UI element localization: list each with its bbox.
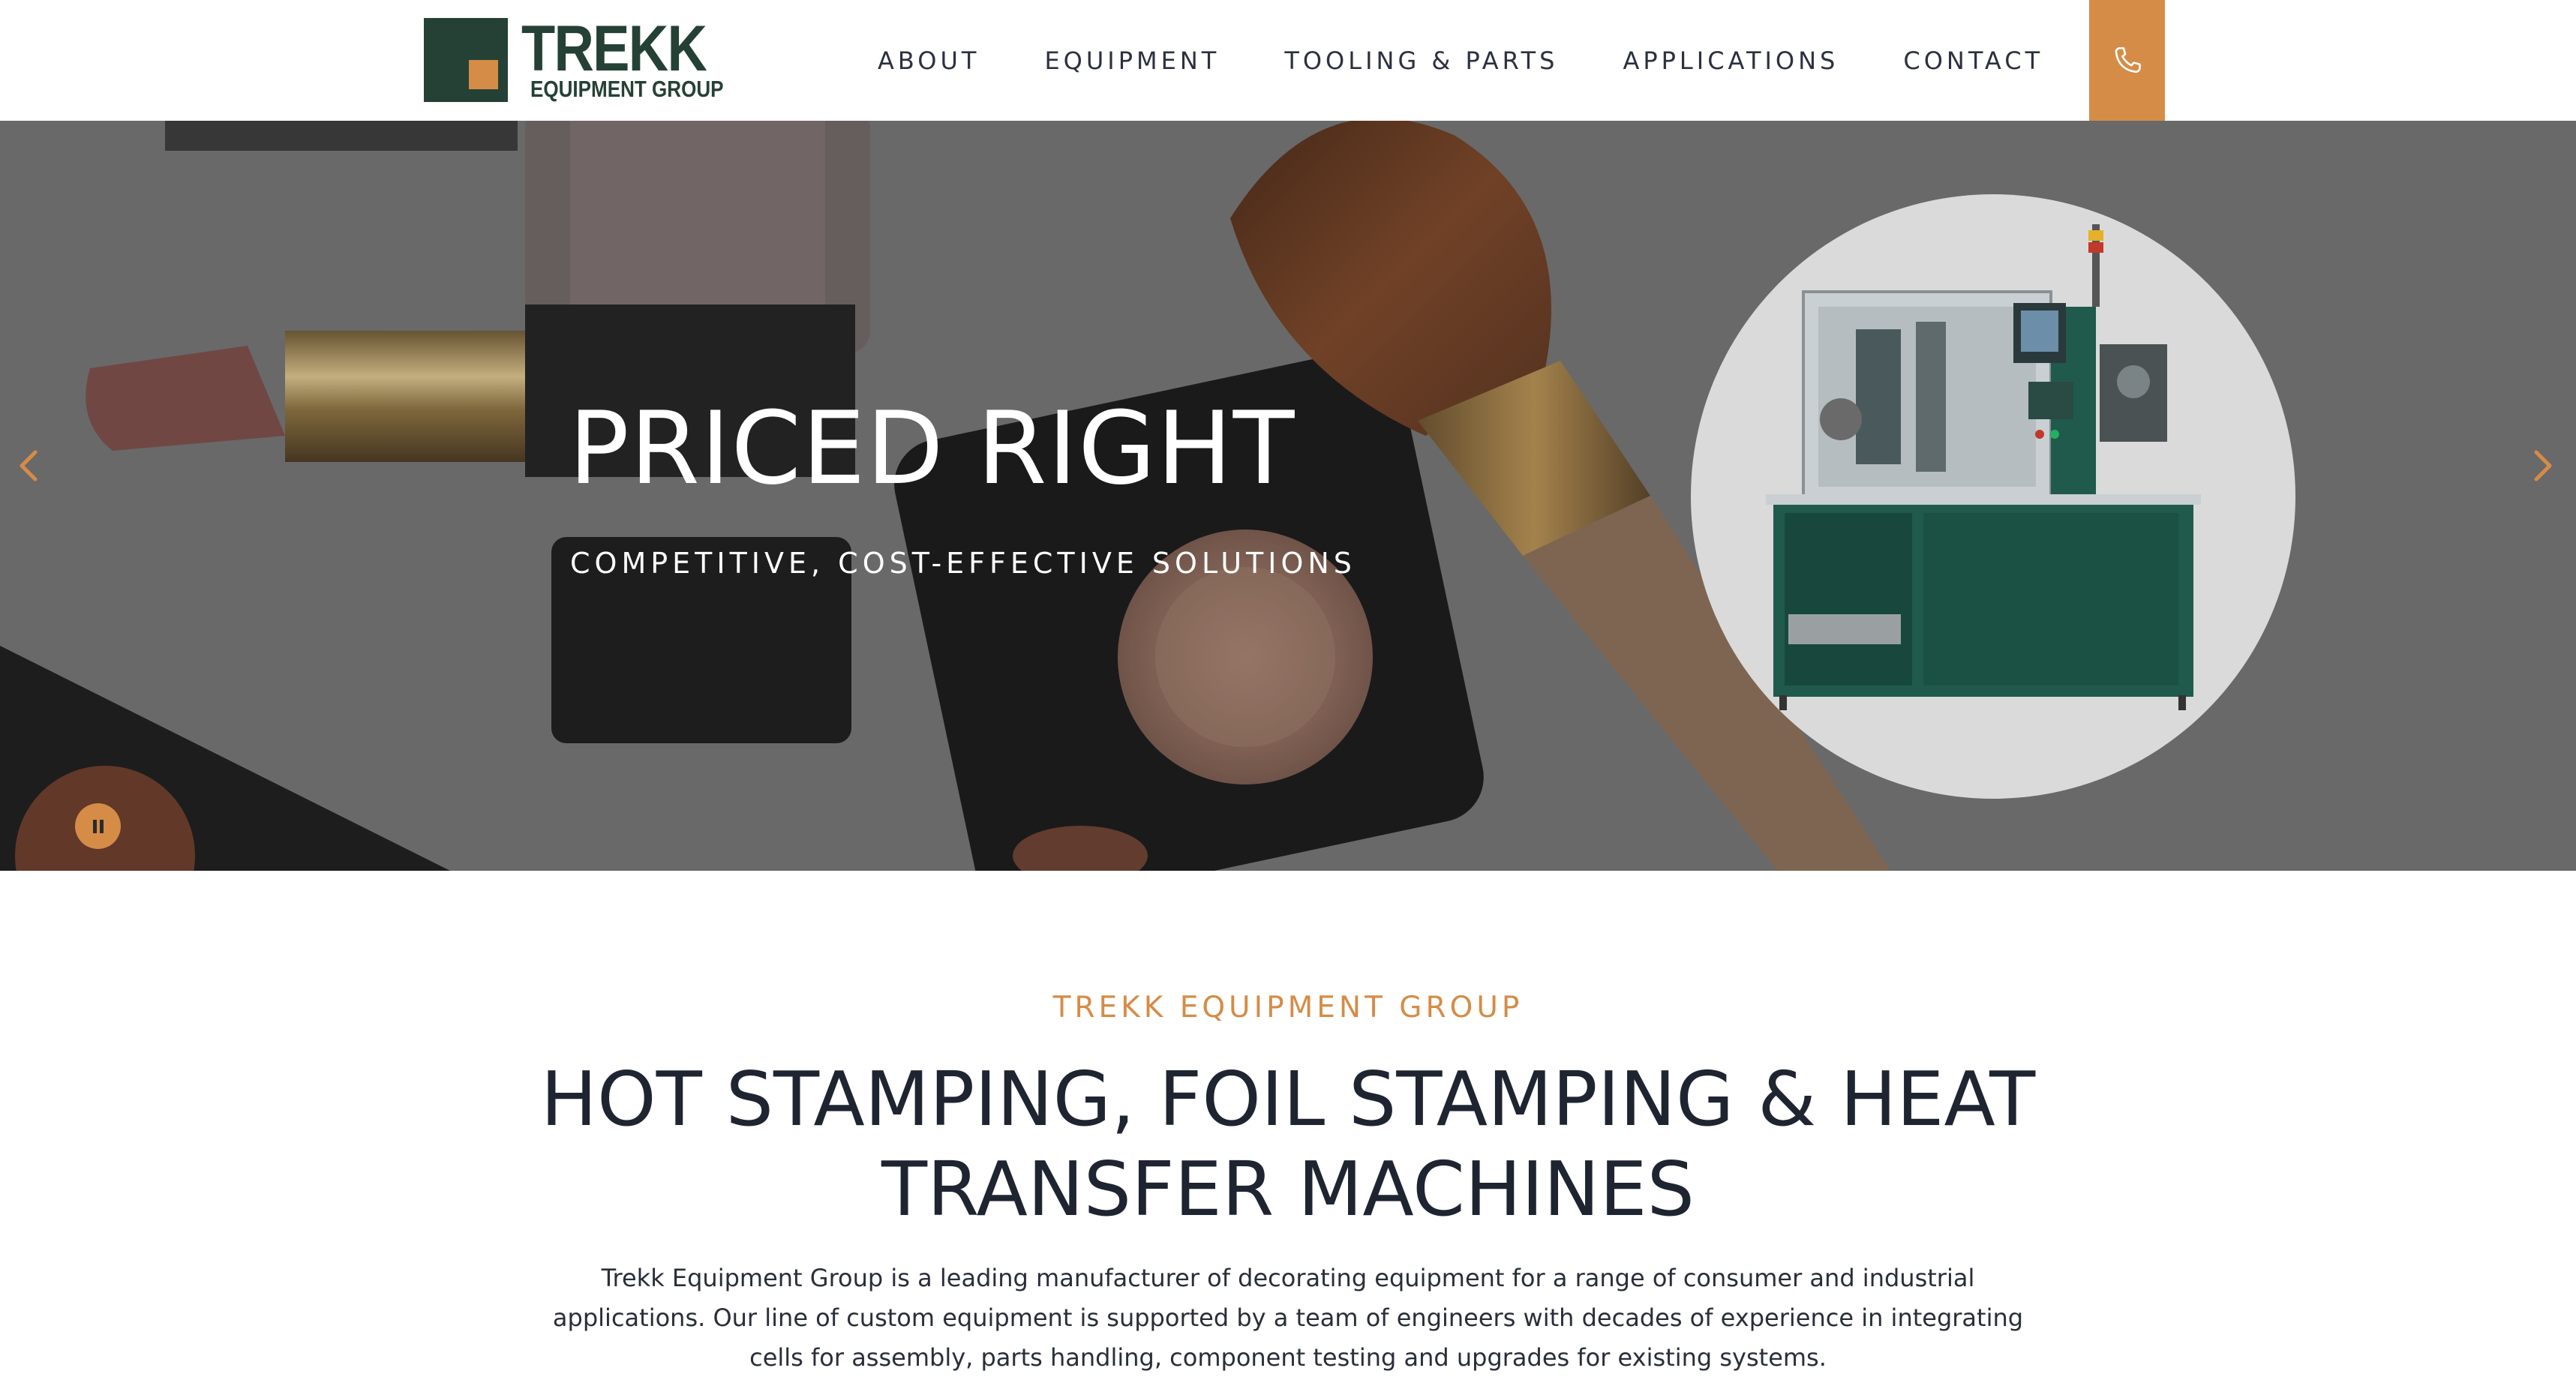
hero-machine-image: [1691, 194, 2295, 799]
phone-button[interactable]: [2089, 0, 2165, 121]
chevron-left-icon: [20, 450, 38, 482]
nav-equipment[interactable]: EQUIPMENT: [1044, 46, 1220, 75]
hero-slider: PRICED RIGHT COMPETITIVE, COST-EFFECTIVE…: [0, 121, 2576, 871]
intro-section: TREKK EQUIPMENT GROUP HOT STAMPING, FOIL…: [0, 871, 2576, 1383]
prev-slide-button[interactable]: [6, 436, 51, 496]
nav-applications[interactable]: APPLICATIONS: [1623, 46, 1839, 75]
stamping-machine-illustration: [1766, 224, 2201, 710]
next-slide-button[interactable]: [2520, 436, 2565, 496]
site-header: TREKK EQUIPMENT GROUP ABOUT EQUIPMENT TO…: [0, 0, 2576, 121]
section-headline: HOT STAMPING, FOIL STAMPING & HEAT TRANS…: [540, 1055, 2036, 1233]
hero-subtitle: COMPETITIVE, COST-EFFECTIVE SOLUTIONS: [570, 547, 1356, 580]
logo-wordmark: TREKK: [521, 13, 707, 85]
main-nav: ABOUT EQUIPMENT TOOLING & PARTS APPLICAT…: [878, 0, 2043, 121]
logo-subtitle: EQUIPMENT GROUP: [530, 76, 724, 102]
trekk-logo[interactable]: TREKK EQUIPMENT GROUP: [424, 13, 724, 102]
intro-paragraph: Trekk Equipment Group is a leading manuf…: [552, 1264, 2024, 1372]
logo-mark: [424, 18, 508, 102]
hero-title: PRICED RIGHT: [569, 390, 1296, 507]
phone-icon: [2115, 46, 2141, 73]
nav-contact[interactable]: CONTACT: [1903, 46, 2043, 75]
pause-slider-button[interactable]: [75, 803, 121, 849]
chevron-right-icon: [2534, 450, 2552, 482]
nav-tooling-parts[interactable]: TOOLING & PARTS: [1284, 46, 1558, 75]
pause-icon: [92, 819, 104, 833]
nav-about[interactable]: ABOUT: [878, 46, 980, 75]
section-eyebrow: TREKK EQUIPMENT GROUP: [1052, 991, 1524, 1024]
